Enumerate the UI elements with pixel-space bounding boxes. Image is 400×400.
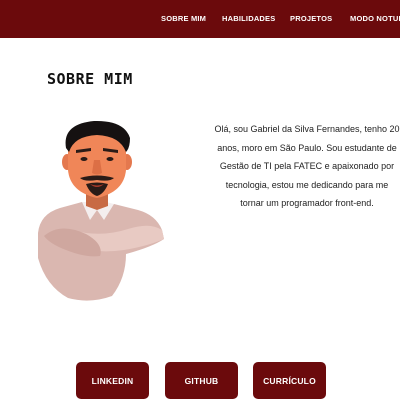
nav-link-modo-noturno[interactable]: MODO NOTURNO — [350, 14, 400, 23]
about-bio-text: Olá, sou Gabriel da Silva Fernandes, ten… — [214, 124, 400, 208]
github-button[interactable]: GITHUB — [165, 362, 238, 399]
nav-link-projetos[interactable]: PROJETOS — [290, 14, 332, 23]
nav-link-habilidades[interactable]: HABILIDADES — [222, 14, 275, 23]
nav-link-sobre-mim[interactable]: SOBRE MIM — [161, 14, 206, 23]
top-navbar: SOBRE MIM HABILIDADES PROJETOS MODO NOTU… — [0, 0, 400, 38]
curriculo-button[interactable]: CURRÍCULO — [253, 362, 326, 399]
linkedin-button[interactable]: LINKEDIN — [76, 362, 149, 399]
section-title: SOBRE MIM — [47, 70, 133, 88]
avatar-illustration — [38, 120, 164, 301]
